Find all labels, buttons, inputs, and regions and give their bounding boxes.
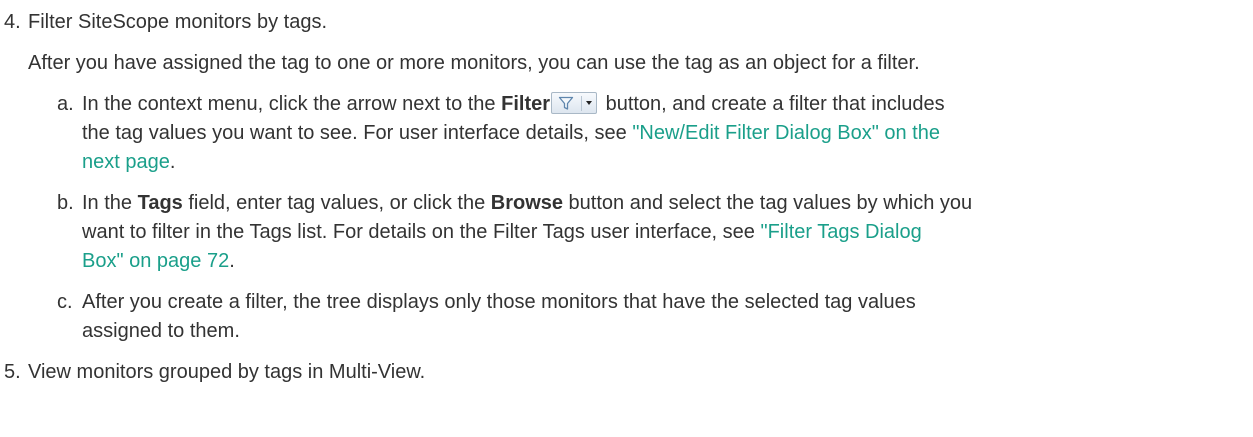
substep-a-text: In the context menu, click the arrow nex… <box>82 93 502 115</box>
substep-a-text: the tag values you want to see. For user… <box>82 122 633 144</box>
step-4-title: Filter SiteScope monitors by tags. <box>28 11 328 33</box>
step-5-title: View monitors grouped by tags in Multi-V… <box>28 361 426 383</box>
substep-b-line-2: want to filter in the Tags list. For det… <box>82 220 922 244</box>
filter-tags-dialog-link[interactable]: Box" on page 72 <box>82 250 229 272</box>
substep-b-end: . <box>229 250 235 272</box>
filter-button <box>551 92 598 114</box>
tags-label: Tags <box>137 192 183 214</box>
chevron-down-icon <box>586 101 593 105</box>
substep-b-text: field, enter tag values, or click the <box>182 192 491 214</box>
filter-label: Filter <box>501 93 551 115</box>
new-edit-filter-dialog-link[interactable]: next page <box>82 151 170 173</box>
substep-a-letter: a. <box>57 93 74 115</box>
filter-tags-dialog-link[interactable]: "Filter Tags Dialog <box>760 221 921 243</box>
substep-a-line-1: In the context menu, click the arrow nex… <box>82 92 945 116</box>
step-4-intro: After you have assigned the tag to one o… <box>28 52 920 74</box>
substep-c-line-2: assigned to them. <box>82 320 240 342</box>
substep-a-line-3: next page. <box>82 150 175 174</box>
substep-c-letter: c. <box>57 291 73 313</box>
substep-b-letter: b. <box>57 192 74 214</box>
browse-label: Browse <box>490 192 563 214</box>
substep-a-end: . <box>169 151 176 173</box>
substep-b-line-3: Box" on page 72. <box>82 249 235 273</box>
substep-a-line-2: the tag values you want to see. For user… <box>82 121 940 145</box>
substep-b-line-1: In the Tags field, enter tag values, or … <box>82 191 972 215</box>
new-edit-filter-dialog-link[interactable]: "New/Edit Filter Dialog Box" on the <box>632 122 940 144</box>
substep-b-text: button and select the tag values by whic… <box>563 192 973 214</box>
step-5-number: 5. <box>4 361 21 383</box>
filter-button-separator <box>581 96 583 111</box>
substep-c-line-1: After you create a filter, the tree disp… <box>82 291 916 313</box>
substep-a-text: button, and create a filter that include… <box>600 93 945 115</box>
filter-funnel-icon <box>558 96 574 110</box>
substep-b-text: want to filter in the Tags list. For det… <box>82 221 761 243</box>
step-4-number: 4. <box>4 11 21 33</box>
substep-b-text: In the <box>82 192 138 214</box>
